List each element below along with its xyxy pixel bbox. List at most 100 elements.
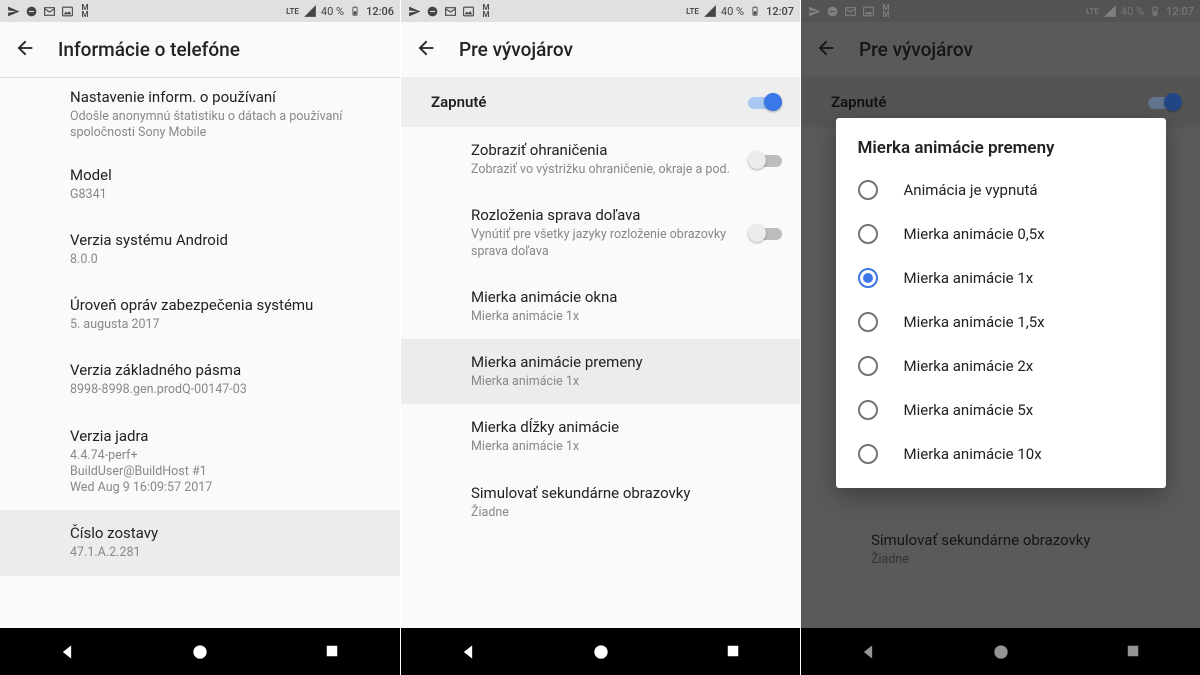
nav-recent-icon[interactable] — [323, 642, 343, 662]
item-subtitle: 5. augusta 2017 — [70, 317, 382, 333]
image-icon — [461, 4, 475, 18]
list-item[interactable]: Verzia základného pásma 8998-8998.gen.pro… — [0, 347, 400, 412]
dialog-option[interactable]: Mierka animácie 2x — [836, 344, 1166, 388]
radio-icon[interactable] — [858, 400, 878, 420]
item-subtitle: 4.4.74-perf+ BuildUser@BuildHost #1 Wed … — [70, 448, 382, 497]
nav-recent-icon[interactable] — [724, 642, 744, 662]
item-title: Simulovať sekundárne obrazovky — [471, 484, 782, 502]
item-subtitle: 8998-8998.gen.prodQ-00147-03 — [70, 382, 382, 398]
radio-icon[interactable] — [858, 444, 878, 464]
location-icon — [6, 4, 20, 18]
clock: 12:06 — [366, 5, 394, 18]
item-title: Zobraziť ohraničenia — [471, 141, 738, 159]
radio-icon[interactable] — [858, 312, 878, 332]
dialog-title: Mierka animácie premeny — [836, 138, 1166, 168]
back-icon[interactable] — [415, 37, 437, 63]
lte-label: LTE — [686, 8, 699, 15]
phone-screen-about: MM LTE 40 % 12:06 Informácie o telefóne … — [0, 0, 400, 675]
dialog-option[interactable]: Mierka animácie 1,5x — [836, 300, 1166, 344]
radio-icon[interactable] — [858, 180, 878, 200]
toggle-switch[interactable] — [748, 224, 782, 242]
list-item[interactable]: Verzia jadra 4.4.74-perf+ BuildUser@Build… — [0, 413, 400, 511]
toggle-switch[interactable] — [748, 151, 782, 169]
option-label: Mierka animácie 5x — [904, 401, 1034, 419]
list-item[interactable]: ModelG8341 — [0, 152, 400, 217]
item-title: Verzia systému Android — [70, 231, 382, 249]
item-subtitle: Žiadne — [471, 505, 782, 521]
dnd-icon — [24, 4, 38, 18]
item-subtitle: Mierka animácie 1x — [471, 374, 782, 390]
developer-master-toggle[interactable]: Zapnuté — [401, 77, 800, 127]
nav-back-icon[interactable] — [57, 642, 77, 662]
item-subtitle: Mierka animácie 1x — [471, 439, 782, 455]
item-subtitle: Vynútiť pre všetky jazyky rozloženie obr… — [471, 227, 738, 260]
list-item[interactable]: Mierka animácie okna Mierka animácie 1x — [401, 274, 800, 339]
clock: 12:07 — [766, 5, 794, 18]
toggle-on-icon[interactable] — [748, 93, 782, 111]
status-bar: MM LTE 40 % 12:07 — [401, 0, 800, 22]
option-label: Mierka animácie 1,5x — [904, 313, 1045, 331]
item-title: Nastavenie inform. o používaní — [70, 88, 382, 106]
radio-icon[interactable] — [858, 268, 878, 288]
dialog-option[interactable]: Mierka animácie 1x — [836, 256, 1166, 300]
item-subtitle: G8341 — [70, 187, 382, 203]
item-title: Mierka animácie okna — [471, 288, 782, 306]
item-title: Rozloženia sprava doľava — [471, 206, 738, 224]
option-label: Mierka animácie 2x — [904, 357, 1034, 375]
app-icon: MM — [78, 4, 92, 18]
list-item[interactable]: Zobraziť ohraničenia Zobraziť vo výstrižk… — [401, 127, 800, 192]
list-item[interactable]: Rozloženia sprava doľava Vynútiť pre všet… — [401, 192, 800, 274]
item-subtitle: Zobraziť vo výstrižku ohraničenie, okraj… — [471, 162, 738, 178]
dialog-option[interactable]: Mierka animácie 10x — [836, 432, 1166, 476]
list-item[interactable]: Nastavenie inform. o používaníOdošle ano… — [0, 78, 400, 152]
list-item[interactable]: Číslo zostavy47.1.A.2.281 — [0, 510, 400, 575]
animation-scale-dialog: Mierka animácie premeny Animácia je vypn… — [836, 118, 1166, 488]
dialog-option[interactable]: Animácia je vypnutá — [836, 168, 1166, 212]
developer-list[interactable]: Zobraziť ohraničenia Zobraziť vo výstrižk… — [401, 127, 800, 628]
dnd-icon — [425, 4, 439, 18]
list-item[interactable]: Mierka animácie premeny Mierka animácie 1… — [401, 339, 800, 404]
mail-icon — [42, 4, 56, 18]
signal-icon — [303, 4, 317, 18]
signal-icon — [703, 4, 717, 18]
item-title: Verzia základného pásma — [70, 361, 382, 379]
option-label: Mierka animácie 10x — [904, 445, 1042, 463]
list-item[interactable]: Mierka dĺžky animácie Mierka animácie 1x — [401, 404, 800, 469]
nav-home-icon[interactable] — [591, 642, 611, 662]
app-header: Informácie o telefóne — [0, 22, 400, 77]
nav-back-icon[interactable] — [458, 642, 478, 662]
option-label: Animácia je vypnutá — [904, 181, 1038, 199]
item-title: Číslo zostavy — [70, 524, 382, 542]
phone-screen-developer: MM LTE 40 % 12:07 Pre vývojárov Zapnuté … — [400, 0, 800, 675]
radio-icon[interactable] — [858, 356, 878, 376]
lte-label: LTE — [286, 8, 299, 15]
battery-pct: 40 % — [721, 5, 744, 18]
item-title: Mierka animácie premeny — [471, 353, 782, 371]
image-icon — [60, 4, 74, 18]
dialog-option[interactable]: Mierka animácie 5x — [836, 388, 1166, 432]
item-subtitle: 8.0.0 — [70, 252, 382, 268]
list-item[interactable]: Simulovať sekundárne obrazovky Žiadne — [401, 470, 800, 535]
back-icon[interactable] — [14, 37, 36, 63]
dialog-option[interactable]: Mierka animácie 0,5x — [836, 212, 1166, 256]
app-header: Pre vývojárov — [401, 22, 800, 77]
list-item[interactable]: Verzia systému Android 8.0.0 — [0, 217, 400, 282]
page-title: Informácie o telefóne — [58, 38, 240, 61]
battery-icon — [348, 4, 362, 18]
mail-icon — [443, 4, 457, 18]
item-title: Úroveň opráv zabezpečenia systému — [70, 296, 382, 314]
page-title: Pre vývojárov — [459, 38, 573, 61]
dialog-overlay[interactable]: Mierka animácie premeny Animácia je vypn… — [801, 0, 1200, 675]
option-label: Mierka animácie 0,5x — [904, 225, 1045, 243]
radio-icon[interactable] — [858, 224, 878, 244]
nav-home-icon[interactable] — [190, 642, 210, 662]
item-title: Verzia jadra — [70, 427, 382, 445]
item-title: Mierka dĺžky animácie — [471, 418, 782, 436]
list-item[interactable]: Úroveň opráv zabezpečenia systému 5. augu… — [0, 282, 400, 347]
nav-bar — [0, 628, 400, 675]
status-bar: MM LTE 40 % 12:06 — [0, 0, 400, 22]
app-icon: MM — [479, 4, 493, 18]
phone-screen-dialog: MM LTE 40 % 12:07 Pre vývojárov Zapnuté … — [800, 0, 1200, 675]
about-list[interactable]: Nastavenie inform. o používaníOdošle ano… — [0, 78, 400, 628]
item-subtitle: Mierka animácie 1x — [471, 309, 782, 325]
